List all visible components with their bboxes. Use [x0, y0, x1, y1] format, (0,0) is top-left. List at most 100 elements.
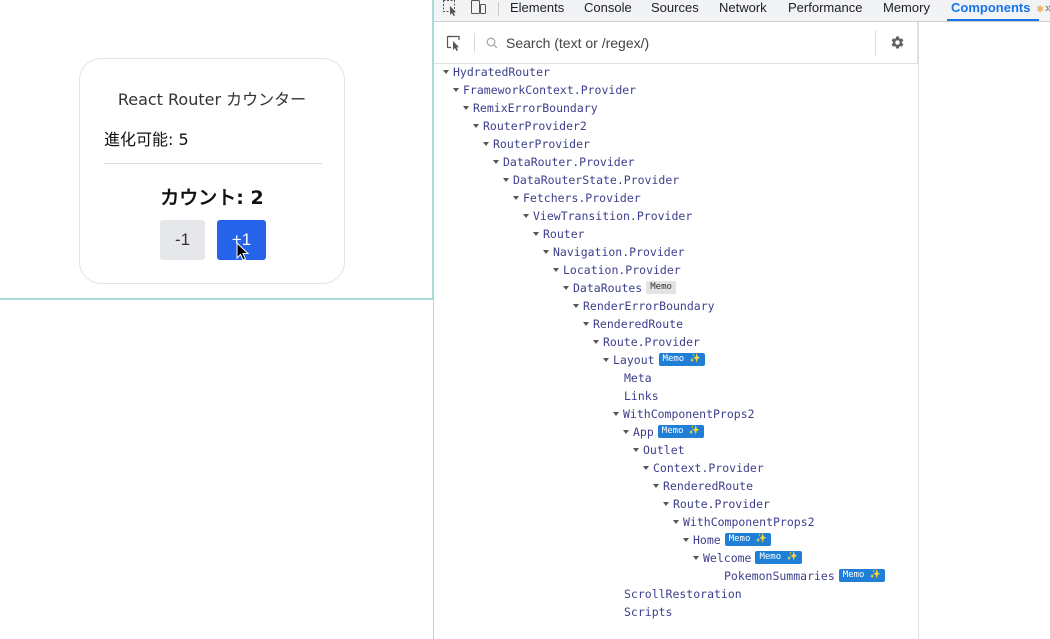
select-component-icon[interactable] — [446, 35, 462, 51]
tree-node[interactable]: Route.Provider — [593, 333, 700, 351]
tree-node[interactable]: Context.Provider — [643, 459, 764, 477]
tree-node-label: RenderedRoute — [663, 479, 754, 493]
tree-node-label: RouterProvider2 — [483, 119, 587, 133]
expand-arrow-icon[interactable] — [543, 249, 549, 254]
tree-node[interactable]: RemixErrorBoundary — [463, 99, 598, 117]
tree-node[interactable]: Scripts — [613, 603, 672, 621]
tree-node-label: RenderErrorBoundary — [583, 299, 715, 313]
tree-node[interactable]: App Memo ✨ — [623, 423, 705, 441]
tree-node[interactable]: ViewTransition.Provider — [523, 207, 692, 225]
expand-arrow-icon[interactable] — [683, 537, 689, 542]
tree-node[interactable]: RenderErrorBoundary — [573, 297, 715, 315]
tree-node[interactable]: Outlet — [633, 441, 685, 459]
tree-node[interactable]: Meta — [613, 369, 652, 387]
expand-arrow-icon[interactable] — [443, 69, 449, 74]
tree-node[interactable]: Router — [533, 225, 585, 243]
expand-arrow-icon[interactable] — [613, 411, 619, 416]
tree-node[interactable]: Layout Memo ✨ — [603, 351, 705, 369]
tree-node[interactable]: RouterProvider — [483, 135, 590, 153]
app-viewport: React Router カウンター 進化可能: 5 カウント: 2 -1 +1 — [0, 0, 434, 300]
expand-arrow-icon[interactable] — [463, 105, 469, 110]
tree-node-label: Context.Provider — [653, 461, 764, 475]
mouse-cursor-icon — [236, 242, 250, 261]
memo-badge: Memo — [646, 281, 676, 294]
expand-arrow-icon[interactable] — [673, 519, 679, 524]
tree-node-label: Route.Provider — [673, 497, 770, 511]
tree-node-label: FrameworkContext.Provider — [463, 83, 637, 97]
expand-arrow-icon[interactable] — [623, 429, 629, 434]
device-toolbar-icon[interactable] — [470, 0, 488, 16]
tree-node[interactable]: Fetchers.Provider — [513, 189, 641, 207]
divider — [104, 163, 322, 164]
tree-node[interactable]: RenderedRoute — [583, 315, 683, 333]
tree-node[interactable]: Location.Provider — [553, 261, 681, 279]
tree-node-label: Links — [624, 389, 659, 403]
tree-node-label: Navigation.Provider — [553, 245, 685, 259]
react-atom-icon: ⚛ — [1036, 4, 1045, 14]
components-toolbar — [434, 22, 918, 64]
tab-components-label: Components — [951, 0, 1031, 15]
expand-arrow-icon[interactable] — [663, 501, 669, 506]
tree-node-label: PokemonSummaries — [724, 569, 835, 583]
tree-node-label: Router — [543, 227, 585, 241]
expand-arrow-icon[interactable] — [693, 555, 699, 560]
tree-node[interactable]: Route.Provider — [663, 495, 770, 513]
tab-components[interactable]: Components ⚛ — [951, 0, 1044, 21]
expand-arrow-icon[interactable] — [523, 213, 529, 218]
expand-arrow-icon[interactable] — [473, 123, 479, 128]
tree-node[interactable]: HydratedRouter — [443, 64, 550, 81]
expand-arrow-icon[interactable] — [653, 483, 659, 488]
search-input[interactable] — [506, 33, 866, 53]
tree-node[interactable]: Welcome Memo ✨ — [693, 549, 802, 567]
expand-arrow-icon[interactable] — [593, 339, 599, 344]
expand-arrow-icon[interactable] — [573, 303, 579, 308]
tree-node[interactable]: PokemonSummaries Memo ✨ — [713, 567, 886, 585]
memo-badge: Memo ✨ — [658, 353, 705, 366]
gear-icon[interactable] — [890, 35, 905, 50]
expand-arrow-icon[interactable] — [633, 447, 639, 452]
devtools-panel: Elements Console Sources Network Perform… — [433, 0, 1050, 639]
expand-arrow-icon[interactable] — [643, 465, 649, 470]
tab-elements[interactable]: Elements — [510, 0, 564, 21]
expand-arrow-icon[interactable] — [603, 357, 609, 362]
tree-node[interactable]: DataRouter.Provider — [493, 153, 635, 171]
card-title: React Router カウンター — [117, 90, 307, 109]
tab-performance[interactable]: Performance — [788, 0, 862, 21]
tree-node-label: Scripts — [624, 605, 673, 619]
tab-memory[interactable]: Memory — [883, 0, 930, 21]
tab-console[interactable]: Console — [584, 0, 632, 21]
tree-node-label: Location.Provider — [563, 263, 681, 277]
expand-arrow-icon[interactable] — [513, 195, 519, 200]
expand-arrow-icon[interactable] — [503, 177, 509, 182]
expand-arrow-icon[interactable] — [483, 141, 489, 146]
tree-node-label: Home — [693, 533, 721, 547]
tree-node-label: RemixErrorBoundary — [473, 101, 598, 115]
tree-node[interactable]: DataRouterState.Provider — [503, 171, 679, 189]
tree-node[interactable]: Links — [613, 387, 659, 405]
expand-arrow-icon[interactable] — [563, 285, 569, 290]
tab-network[interactable]: Network — [719, 0, 767, 21]
tree-node[interactable]: RouterProvider2 — [473, 117, 587, 135]
tree-node[interactable]: FrameworkContext.Provider — [453, 81, 636, 99]
expand-arrow-icon[interactable] — [533, 231, 539, 236]
tree-node-label: DataRoutes — [573, 281, 643, 295]
expand-arrow-icon[interactable] — [583, 321, 589, 326]
tree-node[interactable]: Home Memo ✨ — [683, 531, 772, 549]
expand-arrow-icon[interactable] — [553, 267, 559, 272]
inspect-element-icon[interactable] — [442, 0, 460, 16]
tree-node[interactable]: DataRoutes Memo — [563, 279, 676, 297]
tree-node[interactable]: Navigation.Provider — [543, 243, 685, 261]
counter-card: React Router カウンター 進化可能: 5 カウント: 2 -1 +1 — [79, 58, 345, 284]
tab-sources[interactable]: Sources — [651, 0, 699, 21]
tree-node[interactable]: RenderedRoute — [653, 477, 753, 495]
tree-node-label: WithComponentProps2 — [683, 515, 815, 529]
expand-arrow-icon[interactable] — [453, 87, 459, 92]
decrement-button[interactable]: -1 — [160, 220, 205, 260]
memo-badge: Memo ✨ — [755, 551, 802, 564]
tree-node-label: HydratedRouter — [453, 65, 550, 79]
tree-node[interactable]: WithComponentProps2 — [673, 513, 815, 531]
tree-node[interactable]: ScrollRestoration — [613, 585, 742, 603]
expand-arrow-icon[interactable] — [493, 159, 499, 164]
more-tabs-icon[interactable]: » — [1045, 0, 1050, 21]
tree-node[interactable]: WithComponentProps2 — [613, 405, 755, 423]
